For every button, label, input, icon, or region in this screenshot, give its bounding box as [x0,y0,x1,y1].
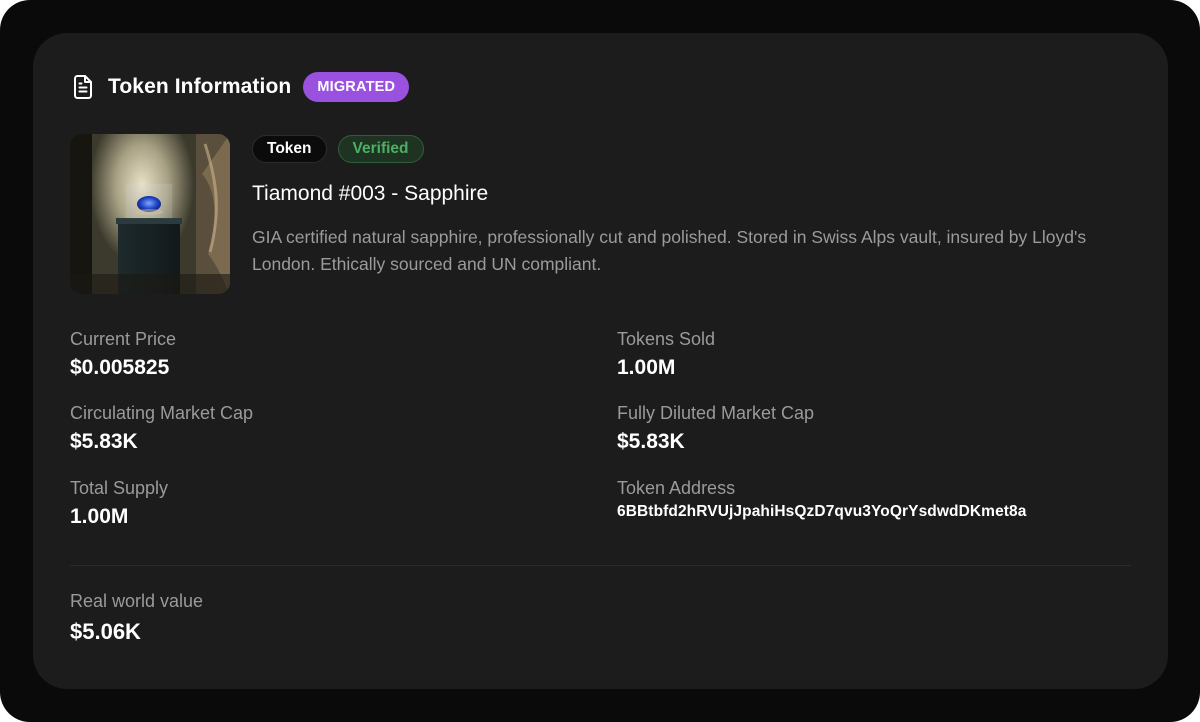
document-icon [71,74,95,100]
stat-value: $5.83K [617,430,685,453]
real-world-value-stat: Real world value $5.06K [70,590,203,645]
current-price-stat: Current Price $0.005825 [70,328,176,381]
token-address-value[interactable]: 6BBtbfd2hRVUjJpahiHsQzD7qvu3YoQrYsdwdDKm… [617,503,1027,521]
stat-value: 1.00M [70,505,129,528]
circulating-market-cap-stat: Circulating Market Cap $5.83K [70,402,253,455]
token-description: GIA certified natural sapphire, professi… [252,227,1087,274]
stat-value: $0.005825 [70,356,170,379]
token-image [70,134,230,294]
token-information-card: Token Information MIGRATED Token Verifie… [33,33,1168,689]
section-divider [70,565,1131,566]
stat-value: $5.83K [70,430,138,453]
token-address-stat: Token Address 6BBtbfd2hRVUjJpahiHsQzD7qv… [617,477,1027,521]
stat-label: Total Supply [70,478,169,498]
stat-label: Current Price [70,329,177,349]
card-title: Token Information [108,75,292,98]
stat-label: Token Address [617,478,736,498]
token-name: Tiamond #003 - Sapphire [252,182,489,205]
outer-frame: Token Information MIGRATED Token Verifie… [0,0,1200,722]
stat-label: Circulating Market Cap [70,403,254,423]
stat-label: Real world value [70,591,204,611]
verified-tag: Verified [337,135,424,163]
total-supply-stat: Total Supply 1.00M [70,477,168,530]
stat-value: $5.06K [70,619,141,644]
token-tags: Token Verified [252,135,424,163]
stat-label: Fully Diluted Market Cap [617,403,815,423]
fully-diluted-market-cap-stat: Fully Diluted Market Cap $5.83K [617,402,814,455]
token-tag: Token [252,135,327,163]
stat-label: Tokens Sold [617,329,716,349]
tokens-sold-stat: Tokens Sold 1.00M [617,328,715,381]
migrated-badge: MIGRATED [303,72,410,102]
card-header: Token Information MIGRATED [71,71,410,103]
stat-value: 1.00M [617,356,676,379]
